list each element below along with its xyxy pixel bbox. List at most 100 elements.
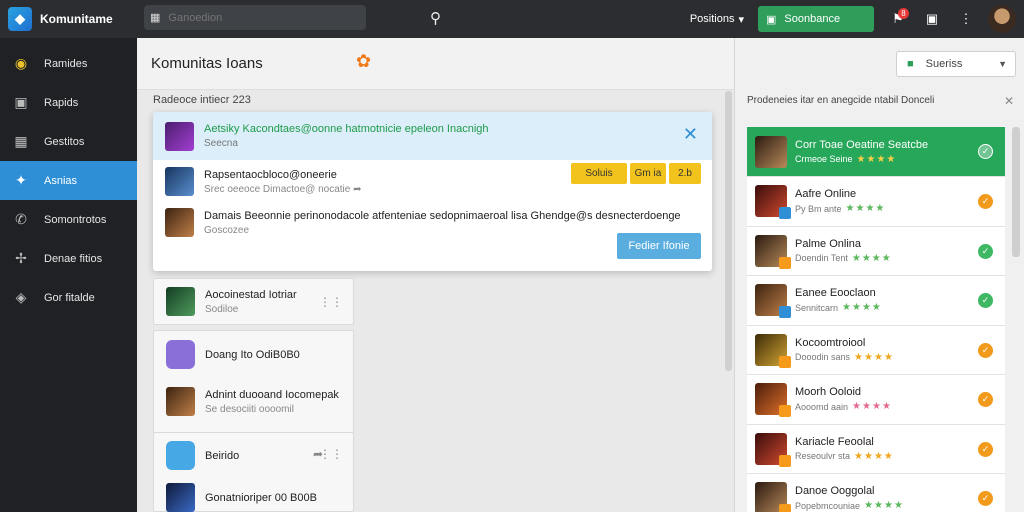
panel-heading: Prodeneies itar en anegcide ntabil Donce… bbox=[747, 95, 935, 106]
game-thumbnail bbox=[755, 234, 791, 269]
item-title: Danoe Ooggolal bbox=[795, 485, 875, 498]
status-icon[interactable]: ✓ bbox=[978, 441, 993, 457]
action-button[interactable]: Soluis bbox=[571, 163, 627, 184]
logo[interactable]: ◆ Komunitame bbox=[0, 0, 137, 38]
row-title: Adnint duooand Iocomepak bbox=[205, 388, 339, 401]
check-icon[interactable]: ✓ bbox=[978, 243, 993, 259]
item-meta: Aooomd aain bbox=[795, 401, 849, 412]
sidebar-item-label: Rapids bbox=[44, 96, 79, 109]
item-meta: Popebmcouniae bbox=[795, 500, 861, 511]
row-title: Damais Beeonnie perinonodacole atfenteni… bbox=[204, 209, 681, 222]
controller-icon: ✦ bbox=[15, 172, 27, 188]
list-item[interactable]: Kariacle Feoolal Reseoulvr sta ★★★★ ✓ bbox=[747, 424, 1005, 474]
game-thumbnail bbox=[166, 287, 195, 316]
close-icon[interactable]: ✕ bbox=[683, 124, 698, 145]
scrollbar[interactable] bbox=[725, 91, 732, 371]
avatar[interactable] bbox=[988, 5, 1016, 33]
item-title: Kocoomtroiool bbox=[795, 336, 866, 349]
status-icon[interactable]: ✓ bbox=[978, 392, 993, 407]
popup-row[interactable]: Rapsentaocbloco@oneerie Srec oeeoce Dima… bbox=[165, 167, 362, 196]
row-subtitle: Se desociiti oooomil bbox=[205, 403, 294, 415]
sidebar-item-ramides[interactable]: ◉ Ramides bbox=[0, 44, 137, 83]
list-item[interactable]: Kocoomtroiool Dooodin sans ★★★★ ✓ bbox=[747, 325, 1005, 375]
sidebar-item-gestitos[interactable]: ▦ Gestitos bbox=[0, 122, 137, 161]
search-box[interactable]: ▦ bbox=[144, 5, 366, 30]
popup-title: Aetsiky Kacondtaes@oonne hatmotnicie epe… bbox=[204, 123, 489, 135]
sidebar-item-label: Ramides bbox=[44, 57, 88, 70]
scrollbar[interactable] bbox=[1012, 127, 1020, 257]
search-input[interactable] bbox=[168, 11, 349, 24]
row-subtitle: Srec oeeoce Dimactoe@ nocatie ➦ bbox=[204, 183, 362, 195]
list-item[interactable]: Palme Onlina Doendin Tent ★★★★ ✓ bbox=[747, 226, 1005, 276]
action-button[interactable]: 2.b bbox=[669, 163, 701, 184]
row-title: Beirido bbox=[205, 449, 240, 462]
list-item[interactable]: Aafre Online Py Bm ante ★★★★ ✓ bbox=[747, 177, 1005, 227]
status-icon[interactable]: ✓ bbox=[978, 194, 993, 209]
item-title: Corr Toae Oeatine Seatcbe bbox=[795, 138, 929, 151]
row-title: Doang Ito OdiB0B0 bbox=[205, 348, 300, 361]
discord-icon bbox=[166, 340, 195, 369]
list-card[interactable]: Beirido ➦ ⋮⋮ Gonatnioriper 00 B00B bbox=[153, 432, 354, 512]
popup-row[interactable]: Damais Beeonnie perinonodacole atfenteni… bbox=[165, 208, 681, 237]
sidebar: ◉ Ramides ▣ Rapids ▦ Gestitos ✦ Asnias ✆… bbox=[0, 38, 137, 512]
flower-badge-icon: ✿ bbox=[356, 51, 372, 71]
game-thumbnail bbox=[755, 185, 791, 220]
magnifier-icon: ⚲ bbox=[430, 10, 441, 27]
drag-handle-icon[interactable]: ⋮⋮ bbox=[319, 447, 343, 461]
rating-stars: ★★★★ bbox=[854, 450, 894, 462]
sidebar-item-label: Denae fitios bbox=[44, 252, 103, 265]
more-button[interactable]: ⋮ bbox=[954, 7, 978, 31]
game-thumbnail bbox=[165, 121, 194, 151]
popup-subtitle: Seecna bbox=[204, 138, 238, 149]
search-button[interactable]: ⚲ bbox=[430, 9, 441, 27]
positions-menu[interactable]: Positions ▾ bbox=[690, 13, 744, 26]
game-thumbnail bbox=[755, 333, 791, 368]
action-button[interactable]: Gm ia bbox=[630, 163, 666, 184]
popup-cta-button[interactable]: Fedier Ifonie bbox=[617, 233, 701, 259]
sidebar-item-somontrotos[interactable]: ✆ Somontrotos bbox=[0, 200, 137, 239]
list-item[interactable]: Danoe Ooggolal Popebmcouniae ★★★★ ✓ bbox=[747, 474, 1005, 512]
sidebar-item-label: Gor fitalde bbox=[44, 291, 95, 304]
item-meta: Reseoulvr sta bbox=[795, 451, 851, 462]
item-title: Eanee Eooclaon bbox=[795, 287, 876, 300]
sidebar-item-label: Asnias bbox=[44, 174, 78, 187]
sidebar-item-rapids[interactable]: ▣ Rapids bbox=[0, 83, 137, 122]
more-vertical-icon: ⋮ bbox=[959, 11, 973, 26]
game-thumbnail bbox=[165, 167, 194, 196]
item-title: Moorh Ooloid bbox=[795, 386, 862, 399]
check-icon[interactable]: ✓ bbox=[978, 144, 993, 159]
controller-button[interactable]: ▣ bbox=[920, 7, 944, 31]
puzzle-icon: ✢ bbox=[15, 250, 27, 266]
sidebar-item-asnias[interactable]: ✦ Asnias bbox=[0, 161, 137, 200]
grid-icon: ▦ bbox=[14, 133, 28, 149]
list-item: Beirido bbox=[166, 441, 239, 470]
main-content: Komunitas Ioans ✿ Radeoce intiecr 223 Ae… bbox=[137, 38, 734, 512]
list-item[interactable]: Eanee Eooclaon Sennitcarn ★★★★ ✓ bbox=[747, 276, 1005, 326]
game-thumbnail bbox=[755, 135, 787, 168]
row-subtitle: Goscozee bbox=[204, 224, 250, 236]
tablet-icon: ▣ bbox=[14, 94, 28, 110]
list-item[interactable]: Moorh Ooloid Aooomd aain ★★★★ ✓ bbox=[747, 375, 1005, 425]
game-thumbnail bbox=[166, 387, 195, 416]
chevron-down-icon: ▼ bbox=[998, 59, 1007, 69]
list-card[interactable]: Aocoinestad Iotriar Sodiloe ⋮⋮ bbox=[153, 278, 354, 325]
status-icon[interactable]: ✓ bbox=[978, 491, 993, 506]
game-thumbnail bbox=[755, 284, 791, 319]
filter-select[interactable]: ■ Sueriss ▼ bbox=[896, 51, 1016, 77]
list-card[interactable]: Doang Ito OdiB0B0 Adnint duooand Iocomep… bbox=[153, 330, 354, 433]
top-bar: ◆ Komunitame ▦ ⚲ Positions ▾ ▣ Soonbance… bbox=[0, 0, 1024, 38]
sidebar-item-denae-fitios[interactable]: ✢ Denae fitios bbox=[0, 239, 137, 278]
notifications-button[interactable]: ⚑ 8 bbox=[886, 7, 910, 31]
sidebar-item-gor-fitalde[interactable]: ◈ Gor fitalde bbox=[0, 278, 137, 317]
subscribe-label: Soonbance bbox=[784, 13, 841, 25]
logo-icon: ◆ bbox=[8, 7, 32, 31]
check-icon[interactable]: ✓ bbox=[978, 293, 993, 308]
game-thumbnail bbox=[755, 482, 791, 512]
list-item[interactable]: Corr Toae Oeatine Seatcbe Crmeoe Seine ★★… bbox=[747, 127, 1005, 177]
collapse-icon[interactable]: ✕ bbox=[1004, 94, 1014, 108]
status-icon[interactable]: ✓ bbox=[978, 342, 993, 358]
subscribe-button[interactable]: ▣ Soonbance bbox=[758, 6, 874, 32]
gamepad-icon: ▣ bbox=[925, 11, 939, 26]
drag-handle-icon[interactable]: ⋮⋮ bbox=[319, 295, 343, 309]
sidebar-item-label: Gestitos bbox=[44, 135, 85, 148]
